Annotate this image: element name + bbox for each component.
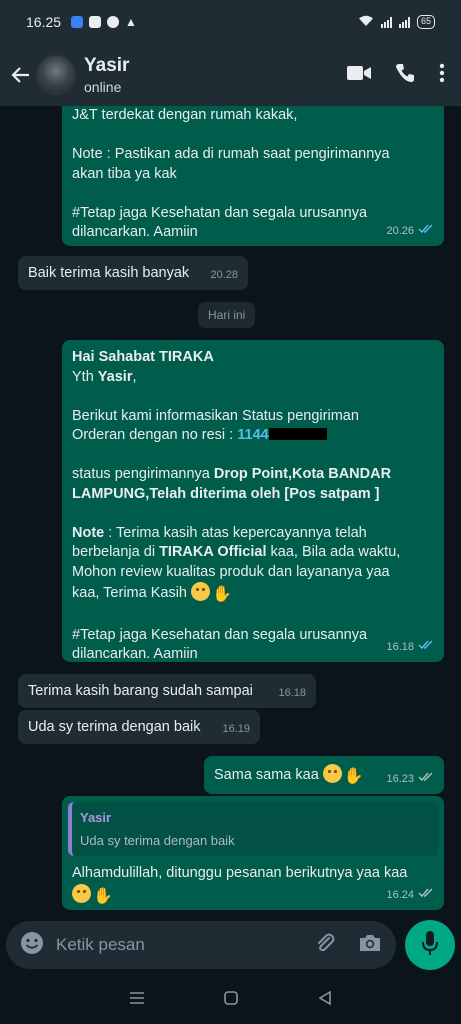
message-input-box[interactable] [6,921,396,969]
notification-app-icon [71,16,84,28]
smile-emoji-icon [322,764,342,783]
notification-app-icon [89,16,102,28]
message-time: 20.26 [386,224,414,237]
smile-emoji-icon [191,582,211,601]
message-text: berbelanja di TIRAKA Official kaa, Bila … [72,544,401,560]
mic-button[interactable] [405,920,455,970]
message-time: 16.19 [222,722,250,735]
status-bar: 16.25 ▲ 65 [0,0,461,44]
read-ticks-icon [418,638,434,658]
back-nav-icon[interactable] [318,990,332,1011]
message-text: Berikut kami informasikan Status pengiri… [72,407,359,424]
microphone-icon [421,930,439,961]
delivered-ticks-icon [418,770,434,790]
message-text: ✋ [72,883,434,907]
message-text: dilancarkan. Aamiin [72,646,198,662]
more-options-icon[interactable] [439,63,445,88]
message-text: Note : Terima kasih atas kepercayannya t… [72,524,367,541]
read-ticks-icon [418,222,434,242]
message-text: LAMPUNG,Telah diterima oleh [Pos satpam … [72,485,380,502]
tracking-number-link[interactable]: 1144 [237,427,268,443]
attach-icon[interactable] [314,932,336,959]
delivered-ticks-icon [418,886,434,906]
message-text: #Tetap jaga Kesehatan dan segala urusann… [72,204,368,221]
message-text: akan tiba ya kak [72,165,177,182]
notification-app-icon [107,16,120,28]
smile-emoji-icon [72,883,91,903]
message-bubble-incoming[interactable]: Baik terima kasih banyak 20.28 [18,256,248,290]
date-divider: Hari ini [198,302,256,328]
folded-hands-emoji-icon: ✋ [212,586,232,603]
signal-icon [398,16,410,28]
message-bubble-outgoing-reply[interactable]: Yasir Uda sy terima dengan baik Alhamdul… [62,796,444,910]
chat-header: Yasir online [0,44,461,106]
message-text: Mohon review kualitas produk dan layanan… [72,563,390,580]
message-text: Uda sy terima dengan baik [28,719,201,735]
customer-name: Yasir [97,368,133,385]
message-time: 16.23 [386,772,414,785]
message-bubble-outgoing[interactable]: Sama sama kaa ✋ 16.23 [204,756,444,794]
voice-call-icon[interactable] [395,63,415,88]
message-bubble-incoming[interactable]: Terima kasih barang sudah sampai 16.18 [18,674,316,708]
message-text: Yth Yasir, [72,368,137,385]
wifi-icon [358,14,374,30]
message-time: 20.28 [210,268,238,281]
message-text: kaa, Terima Kasih ✋ [72,582,434,606]
redaction-bar [268,428,327,440]
battery-icon: 65 [416,15,435,29]
system-nav-bar [0,976,461,1024]
status-time: 16.25 [26,14,62,30]
message-text: Terima kasih barang sudah sampai [28,683,253,699]
message-time: 16.24 [386,888,414,901]
recents-icon[interactable] [129,991,145,1010]
message-time: 16.18 [278,686,306,699]
quoted-text: Uda sy terima dengan baik [80,832,235,848]
emoji-icon[interactable] [20,931,44,960]
avatar[interactable] [36,55,76,95]
contact-status: online [84,79,122,95]
composer [0,914,461,976]
message-text: Baik terima kasih banyak [28,265,190,281]
message-greeting: Hai Sahabat TIRAKA [72,349,214,365]
back-arrow-icon[interactable] [6,65,36,85]
chat-area[interactable]: J&T terdekat dengan rumah kakak, Note : … [0,106,461,914]
quoted-sender: Yasir [80,810,112,825]
message-input[interactable] [56,935,314,955]
contact-info[interactable]: Yasir online [84,55,129,95]
quoted-message[interactable]: Yasir Uda sy terima dengan baik [68,802,438,856]
message-text: Orderan dengan no resi : 1144 [72,426,434,446]
message-bubble-incoming[interactable]: Uda sy terima dengan baik 16.19 [18,710,260,744]
message-time: 16.18 [386,640,414,653]
warning-icon: ▲ [125,15,137,29]
camera-icon[interactable] [358,933,382,958]
message-text: status pengirimannya Drop Point,Kota BAN… [72,466,392,482]
message-text: Note : Pastikan ada di rumah saat pengir… [72,146,390,162]
contact-name: Yasir [84,55,130,76]
message-text: J&T terdekat dengan rumah kakak, [72,107,298,123]
home-icon[interactable] [223,990,239,1011]
message-bubble-outgoing[interactable]: Hai Sahabat TIRAKA Yth Yasir, Berikut ka… [62,340,444,662]
folded-hands-emoji-icon: ✋ [343,768,364,785]
video-call-icon[interactable] [347,65,371,86]
message-text: #Tetap jaga Kesehatan dan segala urusann… [72,626,368,643]
signal-icon [380,16,392,28]
folded-hands-emoji-icon: ✋ [93,887,113,905]
message-text: Alhamdulillah, ditunggu pesanan berikutn… [72,865,408,881]
message-text: dilancarkan. Aamiin [72,224,198,240]
message-bubble-outgoing[interactable]: J&T terdekat dengan rumah kakak, Note : … [62,106,444,246]
